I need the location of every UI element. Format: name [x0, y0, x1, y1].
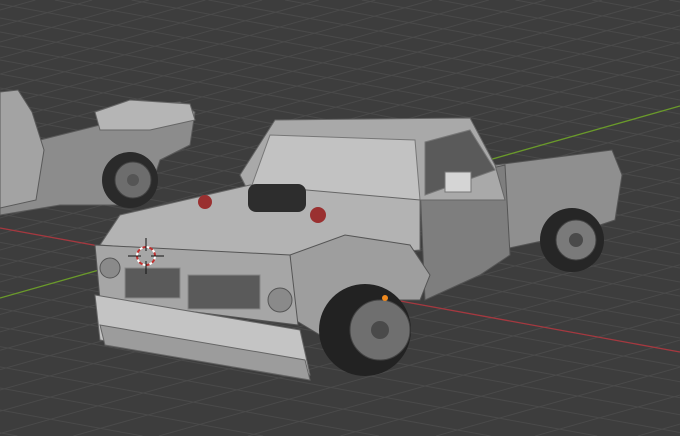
grid-line — [0, 366, 380, 436]
origin-dot — [382, 295, 388, 301]
grid-line — [0, 387, 264, 436]
grid-line — [668, 0, 680, 3]
grid-line — [438, 0, 680, 45]
grid-line — [247, 313, 680, 436]
grid-line — [54, 0, 680, 115]
3d-viewport[interactable] — [0, 0, 680, 436]
truck-secondary[interactable] — [0, 89, 196, 216]
grid-line — [0, 0, 93, 27]
grid-line — [515, 0, 680, 31]
viewport-canvas[interactable] — [0, 0, 680, 436]
truck-main[interactable] — [94, 117, 623, 381]
grid-line — [0, 0, 433, 123]
grid-line — [361, 0, 680, 59]
hood-scoop — [248, 184, 306, 212]
